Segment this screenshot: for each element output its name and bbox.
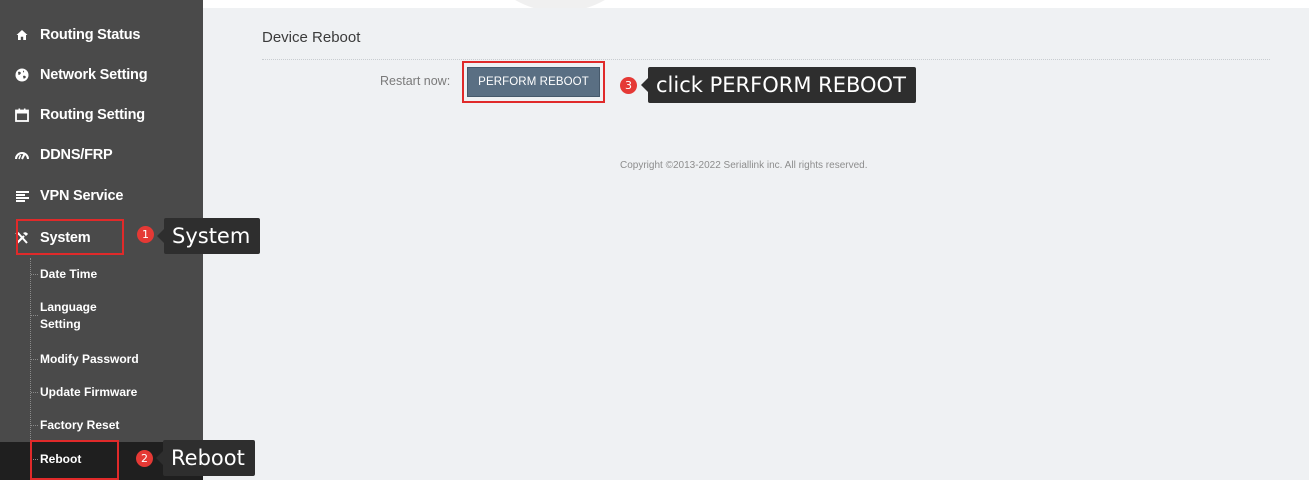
tree-branch: [31, 274, 38, 275]
gauge-icon: [14, 147, 30, 163]
highlight-system: [16, 219, 124, 255]
sidebar-item-ddns-frp[interactable]: DDNS/FRP: [0, 135, 203, 175]
highlight-perform-reboot: [462, 61, 605, 103]
sidebar-item-label: DDNS/FRP: [40, 147, 113, 163]
callout-system: System: [156, 218, 261, 254]
sidebar-item-label: VPN Service: [40, 188, 124, 204]
sidebar-item-network-setting[interactable]: Network Setting: [0, 55, 203, 95]
copyright-text: Copyright ©2013-2022 Seriallink inc. All…: [620, 160, 868, 171]
sidebar-subitem-label: Modify Password: [40, 352, 139, 366]
sidebar-subitem-date-time[interactable]: Date Time: [31, 266, 190, 283]
callout-perform-reboot: click PERFORM REBOOT: [641, 67, 916, 103]
sidebar-item-label: Routing Setting: [40, 107, 145, 123]
sidebar-subitem-label: Update Firmware: [40, 385, 138, 399]
sidebar-subitem-factory-reset[interactable]: Factory Reset: [31, 417, 190, 434]
title-divider: [262, 59, 1270, 60]
restart-label: Restart now:: [380, 74, 451, 88]
tree-branch: [31, 359, 38, 360]
sidebar-subitem-update-firmware[interactable]: Update Firmware: [31, 384, 190, 401]
sidebar-item-routing-setting[interactable]: Routing Setting: [0, 95, 203, 135]
sidebar-subitem-language-setting[interactable]: Language Setting: [31, 299, 120, 333]
sidebar-subitem-modify-password[interactable]: Modify Password: [31, 351, 190, 368]
step-badge-1: 1: [137, 226, 154, 243]
globe-icon: [14, 67, 30, 83]
tree-branch: [31, 392, 38, 393]
sidebar-subitem-label: Date Time: [40, 267, 98, 281]
calendar-icon: [14, 107, 30, 123]
step-badge-2: 2: [136, 450, 153, 467]
sidebar-item-routing-status[interactable]: Routing Status: [0, 15, 203, 55]
sidebar-subitem-label: Factory Reset: [40, 418, 120, 432]
home-icon: [14, 27, 30, 43]
step-badge-3: 3: [620, 77, 637, 94]
callout-reboot: Reboot: [156, 440, 255, 476]
sidebar-subitem-label: Language Setting: [40, 300, 97, 331]
sidebar-item-label: Network Setting: [40, 67, 148, 83]
list-icon: [14, 188, 30, 204]
highlight-reboot: [30, 440, 119, 480]
sidebar-item-label: Routing Status: [40, 27, 141, 43]
page-title: Device Reboot: [262, 29, 361, 46]
sidebar-item-vpn-service[interactable]: VPN Service: [0, 176, 203, 216]
tree-branch: [31, 315, 38, 316]
tree-branch: [31, 425, 38, 426]
